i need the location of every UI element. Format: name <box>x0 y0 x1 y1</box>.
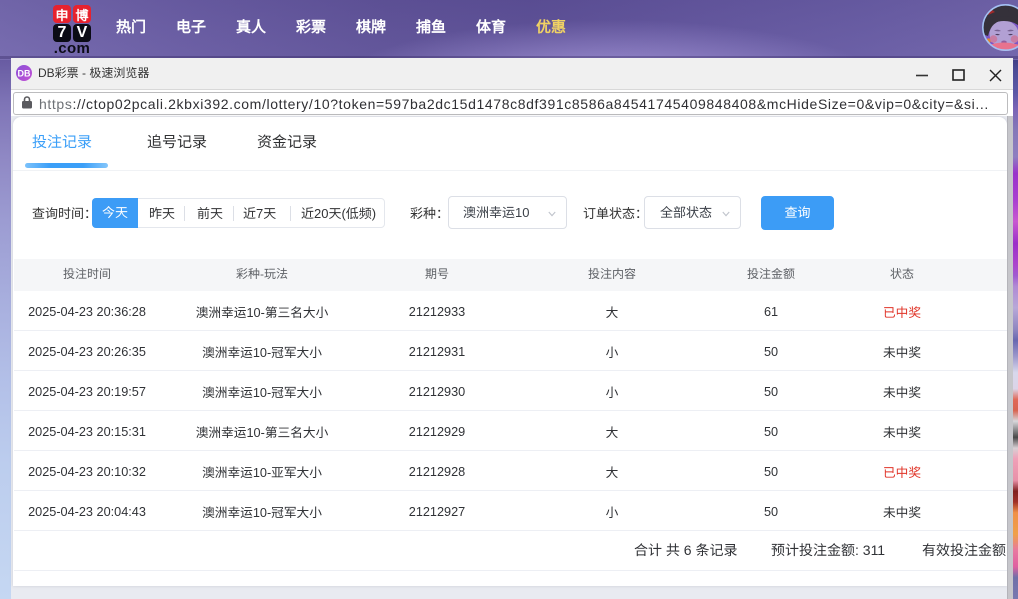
svg-text:DB: DB <box>18 69 31 79</box>
